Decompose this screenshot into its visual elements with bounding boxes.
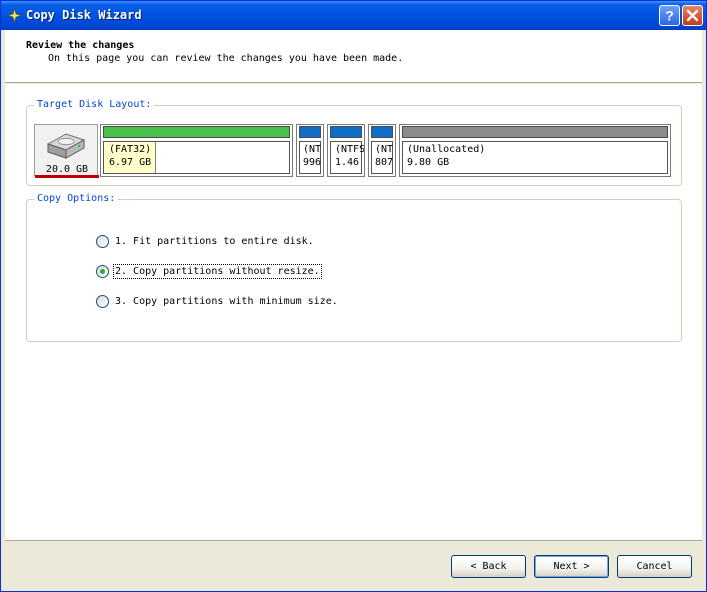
- help-button[interactable]: ?: [659, 5, 680, 26]
- partition-body: (Unallocated) 9.80 GB: [402, 141, 668, 174]
- partition-fs: (NT: [375, 144, 394, 155]
- partition-bar: [371, 126, 393, 138]
- partition-fat32[interactable]: (FAT32) 6.97 GB: [100, 124, 293, 177]
- partition-fs: (Unallocated): [407, 144, 486, 155]
- partition-body: (NT 807: [371, 141, 393, 174]
- radio-button-selected[interactable]: [96, 265, 109, 278]
- page-subtitle: On this page you can review the changes …: [48, 53, 404, 64]
- copy-options-group: Copy Options: 1. Fit partitions to entir…: [26, 193, 682, 342]
- wizard-footer: < Back Next > Cancel: [5, 540, 702, 588]
- partition-fs: (NTFS: [335, 144, 365, 155]
- hard-disk-icon: [46, 133, 86, 159]
- selected-disk-indicator: [35, 175, 99, 178]
- partition-body: (NTFS 1.46: [330, 141, 365, 174]
- partition-body: (NT 996: [299, 141, 321, 174]
- page-title: Review the changes: [26, 40, 135, 51]
- title-bar[interactable]: Copy Disk Wizard ?: [1, 1, 706, 30]
- radio-button[interactable]: [96, 295, 109, 308]
- back-button[interactable]: < Back: [451, 555, 526, 578]
- question-mark-icon: ?: [665, 8, 674, 23]
- option-label: 1. Fit partitions to entire disk.: [115, 236, 314, 247]
- radio-button[interactable]: [96, 235, 109, 248]
- partition-size: 9.80 GB: [407, 157, 450, 168]
- partition-unallocated[interactable]: (Unallocated) 9.80 GB: [399, 124, 671, 177]
- partition-fs: (NT: [303, 144, 322, 155]
- partition-ntfs-1[interactable]: (NT 996: [296, 124, 324, 177]
- wizard-icon: [7, 8, 22, 23]
- target-disk-layout-group: Target Disk Layout: 20.0 GB (FAT32) 6.97…: [26, 99, 682, 186]
- partition-body: (FAT32) 6.97 GB: [103, 141, 290, 174]
- svg-text:?: ?: [665, 8, 674, 23]
- partition-size: 807: [375, 157, 394, 168]
- close-icon: [686, 9, 699, 22]
- close-button[interactable]: [682, 5, 703, 26]
- copy-disk-wizard-window: Copy Disk Wizard ? Review the changes On…: [0, 0, 707, 592]
- disk-size: 20.0 GB: [45, 164, 89, 175]
- disk-map: 20.0 GB (FAT32) 6.97 GB (NT 996 (NTFS 1.…: [34, 120, 674, 180]
- window-title: Copy Disk Wizard: [26, 8, 142, 22]
- partition-size: 6.97 GB: [109, 157, 152, 168]
- next-button[interactable]: Next >: [534, 555, 609, 578]
- disk-tile[interactable]: 20.0 GB: [34, 124, 99, 178]
- partition-ntfs-3[interactable]: (NT 807: [368, 124, 396, 177]
- partition-bar: [330, 126, 362, 138]
- cancel-button[interactable]: Cancel: [617, 555, 692, 578]
- partition-bar: [402, 126, 668, 138]
- wizard-header: Review the changes On this page you can …: [5, 30, 702, 83]
- wizard-content: Target Disk Layout: 20.0 GB (FAT32) 6.97…: [5, 84, 702, 588]
- partition-size: 996: [303, 157, 322, 168]
- copy-options-label: Copy Options:: [34, 193, 119, 204]
- partition-bar: [299, 126, 321, 138]
- partition-bar: [103, 126, 290, 138]
- partition-ntfs-2[interactable]: (NTFS 1.46: [327, 124, 365, 177]
- option-label: 2. Copy partitions without resize.: [113, 264, 322, 279]
- partition-size: 1.46: [335, 157, 360, 168]
- partition-fs: (FAT32): [109, 144, 152, 155]
- option-label: 3. Copy partitions with minimum size.: [115, 296, 338, 307]
- target-disk-layout-label: Target Disk Layout:: [34, 99, 155, 110]
